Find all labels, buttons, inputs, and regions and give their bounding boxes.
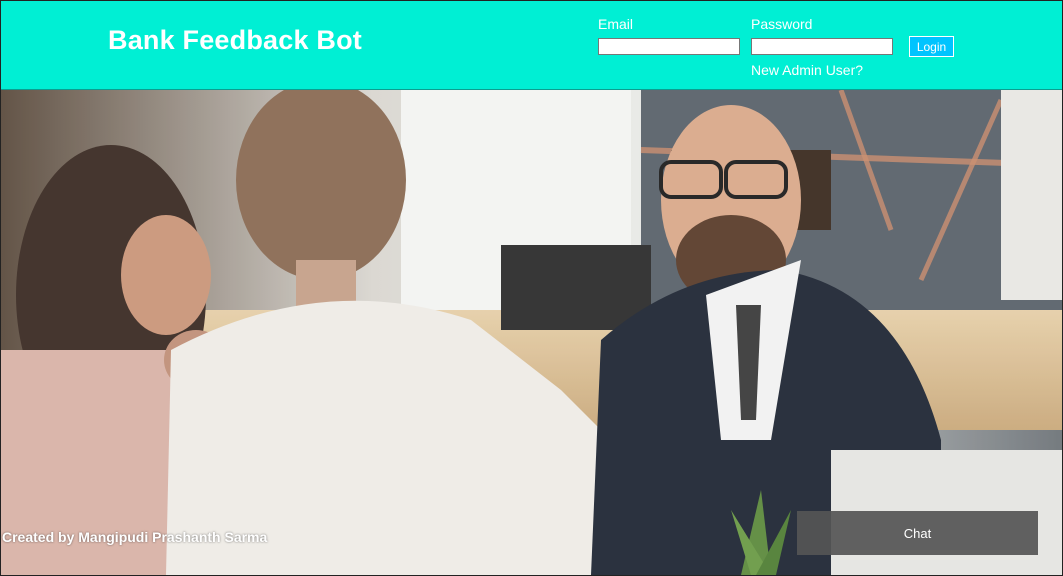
hero-background-image <box>1 90 1062 575</box>
page-frame: Bank Feedback Bot Email Password Login N… <box>0 0 1063 576</box>
email-label: Email <box>598 16 634 32</box>
credit-text: Created by Mangipudi Prashanth Sarma <box>2 529 268 545</box>
top-header: Bank Feedback Bot Email Password Login N… <box>1 1 1062 90</box>
chat-button[interactable]: Chat <box>797 511 1038 555</box>
password-input[interactable] <box>751 38 893 55</box>
office-meeting-photo <box>1 90 1062 575</box>
new-admin-user-link[interactable]: New Admin User? <box>751 62 863 78</box>
brand-title: Bank Feedback Bot <box>108 25 362 55</box>
password-label: Password <box>751 16 813 32</box>
email-input[interactable] <box>598 38 740 55</box>
login-button[interactable]: Login <box>909 36 954 57</box>
